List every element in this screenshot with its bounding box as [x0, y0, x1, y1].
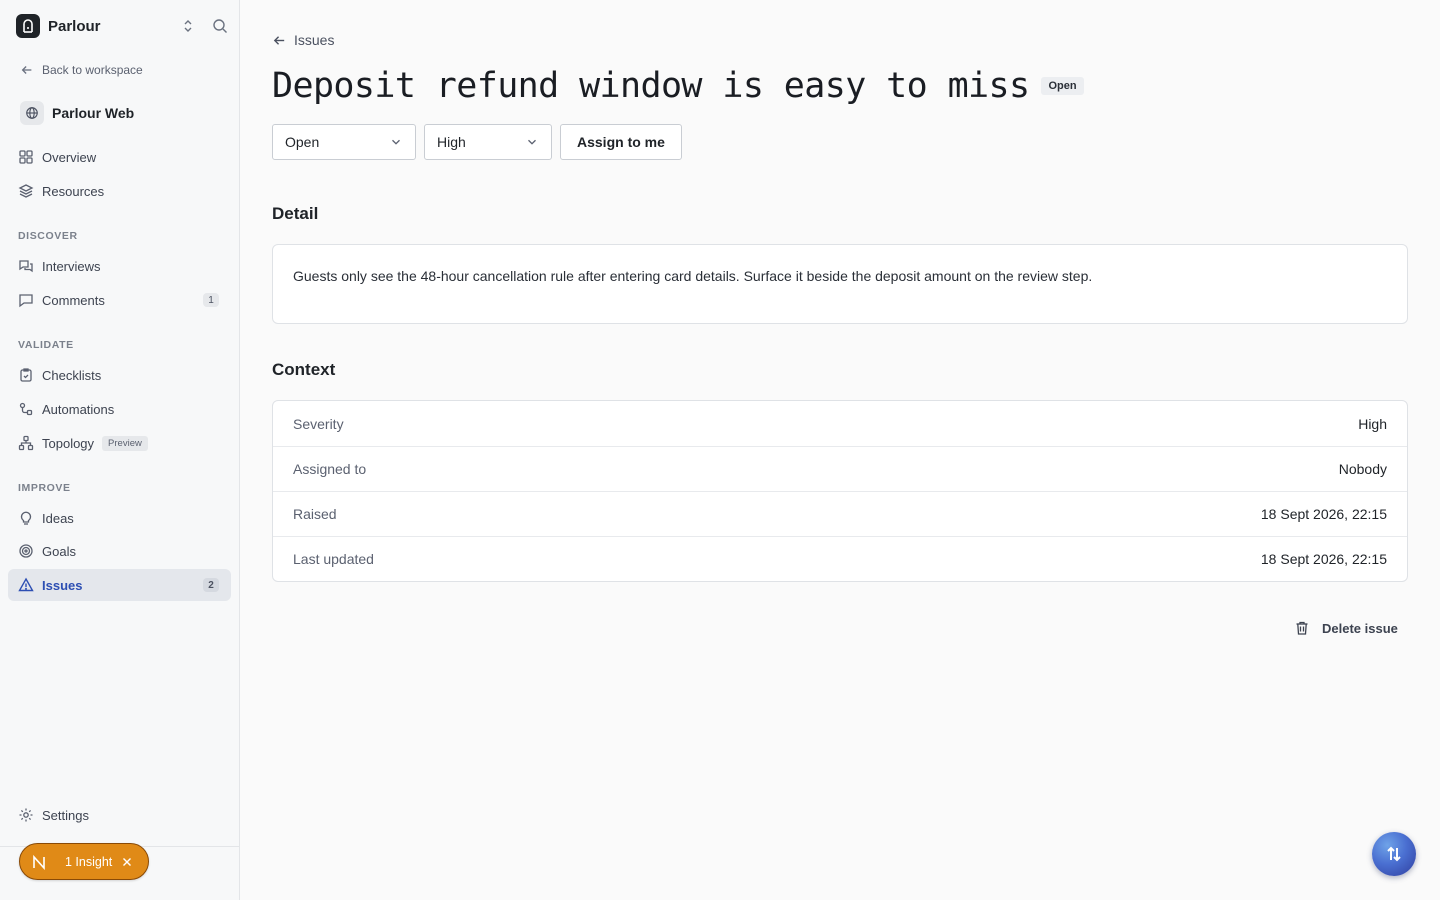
n-logo-icon [31, 854, 47, 870]
section-label-validate: VALIDATE [18, 339, 74, 351]
back-to-workspace-label: Back to workspace [42, 63, 143, 77]
sidebar-item-comments[interactable]: Comments 1 [8, 284, 231, 316]
sidebar-item-label: Goals [42, 543, 76, 559]
chevron-down-icon [525, 135, 539, 149]
trash-icon [1294, 620, 1310, 636]
severity-select-value: High [437, 134, 466, 150]
sidebar-item-label: Comments [42, 292, 105, 308]
sidebar-item-label: Topology [42, 435, 95, 451]
sidebar-item-label: Issues [42, 577, 83, 593]
clipboard-check-icon [18, 367, 34, 383]
issue-controls: Open High Assign to me [272, 124, 682, 160]
sidebar-item-overview[interactable]: Overview [8, 141, 231, 173]
comments-count-badge: 1 [203, 293, 219, 307]
preview-tag: Preview [102, 435, 148, 451]
context-value: 18 Sept 2026, 22:15 [1260, 551, 1387, 567]
context-key: Last updated [293, 551, 374, 567]
app-logo-icon [16, 14, 40, 38]
sidebar-item-label: Automations [42, 401, 115, 417]
section-label-improve: IMPROVE [18, 482, 71, 494]
network-icon [18, 435, 34, 451]
table-row: Raised 18 Sept 2026, 22:15 [273, 491, 1407, 536]
breadcrumb-issues: Issues [294, 32, 335, 48]
lightbulb-icon [18, 510, 34, 526]
sidebar-item-goals[interactable]: Goals [8, 535, 231, 567]
delete-issue-button[interactable]: Delete issue [1294, 620, 1398, 636]
severity-select[interactable]: High [424, 124, 552, 160]
sidebar-item-label: Interviews [42, 258, 101, 274]
target-icon [18, 543, 34, 559]
sidebar-item-issues[interactable]: Issues 2 [8, 569, 231, 601]
sidebar-item-label: Checklists [42, 367, 102, 383]
table-row: Last updated 18 Sept 2026, 22:15 [273, 536, 1407, 581]
status-badge: Open [1041, 77, 1084, 95]
section-label-discover: DISCOVER [18, 230, 78, 242]
context-value: 18 Sept 2026, 22:15 [1260, 506, 1387, 522]
sidebar: Parlour Back to workspace Parlour Web Ov… [0, 0, 240, 900]
swap-arrows-icon [1387, 846, 1401, 862]
insight-label: 1 Insight [65, 854, 113, 869]
assistant-fab[interactable] [1372, 832, 1416, 876]
detail-text: Guests only see the 48-hour cancellation… [272, 244, 1408, 324]
context-table: Severity High Assigned to Nobody Raised … [272, 400, 1408, 582]
context-key: Assigned to [293, 461, 367, 477]
comment-icon [18, 292, 34, 308]
sidebar-item-checklists[interactable]: Checklists [8, 359, 231, 391]
workflow-icon [18, 401, 34, 417]
main-content: Issues Deposit refund window is easy to … [240, 0, 1440, 900]
sidebar-item-label: Resources [42, 183, 105, 199]
sidebar-item-topology[interactable]: Topology Preview [8, 427, 231, 459]
chevron-up-down-icon[interactable] [180, 18, 196, 34]
app-name: Parlour [48, 17, 101, 35]
status-select-value: Open [285, 134, 320, 150]
layers-icon [18, 183, 34, 199]
search-icon[interactable] [212, 18, 228, 34]
chat-bubbles-icon [18, 258, 34, 274]
context-key: Severity [293, 415, 344, 432]
project-header: Parlour Web [20, 101, 134, 125]
workspace-switcher[interactable]: Parlour [16, 14, 228, 38]
project-name: Parlour Web [52, 105, 135, 121]
warning-icon [18, 577, 34, 593]
sidebar-item-resources[interactable]: Resources [8, 175, 231, 207]
title-row: Deposit refund window is easy to miss Op… [272, 66, 1084, 106]
context-value: Nobody [1338, 461, 1387, 477]
detail-heading: Detail [272, 204, 319, 223]
back-to-workspace-link[interactable]: Back to workspace [20, 63, 143, 77]
delete-issue-label: Delete issue [1322, 620, 1398, 636]
globe-icon [20, 101, 44, 125]
sidebar-item-settings[interactable]: Settings [8, 799, 231, 831]
breadcrumb[interactable]: Issues [272, 32, 334, 48]
chevron-down-icon [389, 135, 403, 149]
sidebar-item-automations[interactable]: Automations [8, 393, 231, 425]
status-select[interactable]: Open [272, 124, 416, 160]
sidebar-item-label: Overview [42, 149, 97, 165]
grid-icon [18, 149, 34, 165]
sidebar-item-interviews[interactable]: Interviews [8, 250, 231, 282]
sidebar-item-ideas[interactable]: Ideas [8, 502, 231, 534]
table-row: Severity High [273, 401, 1407, 446]
issues-count-badge: 2 [203, 578, 219, 592]
sidebar-item-label: Settings [42, 807, 89, 823]
page-title: Deposit refund window is easy to miss [272, 66, 1030, 106]
context-heading: Context [272, 360, 336, 379]
arrow-left-icon [272, 33, 287, 48]
table-row: Assigned to Nobody [273, 446, 1407, 491]
gear-icon [18, 807, 34, 823]
sidebar-item-label: Ideas [42, 510, 74, 526]
arrow-left-icon [20, 63, 34, 77]
insight-pill[interactable]: 1 Insight [19, 843, 149, 880]
context-key: Raised [293, 506, 337, 522]
context-value: High [1358, 415, 1387, 432]
close-icon[interactable] [121, 856, 133, 868]
assign-to-me-button[interactable]: Assign to me [560, 124, 682, 160]
